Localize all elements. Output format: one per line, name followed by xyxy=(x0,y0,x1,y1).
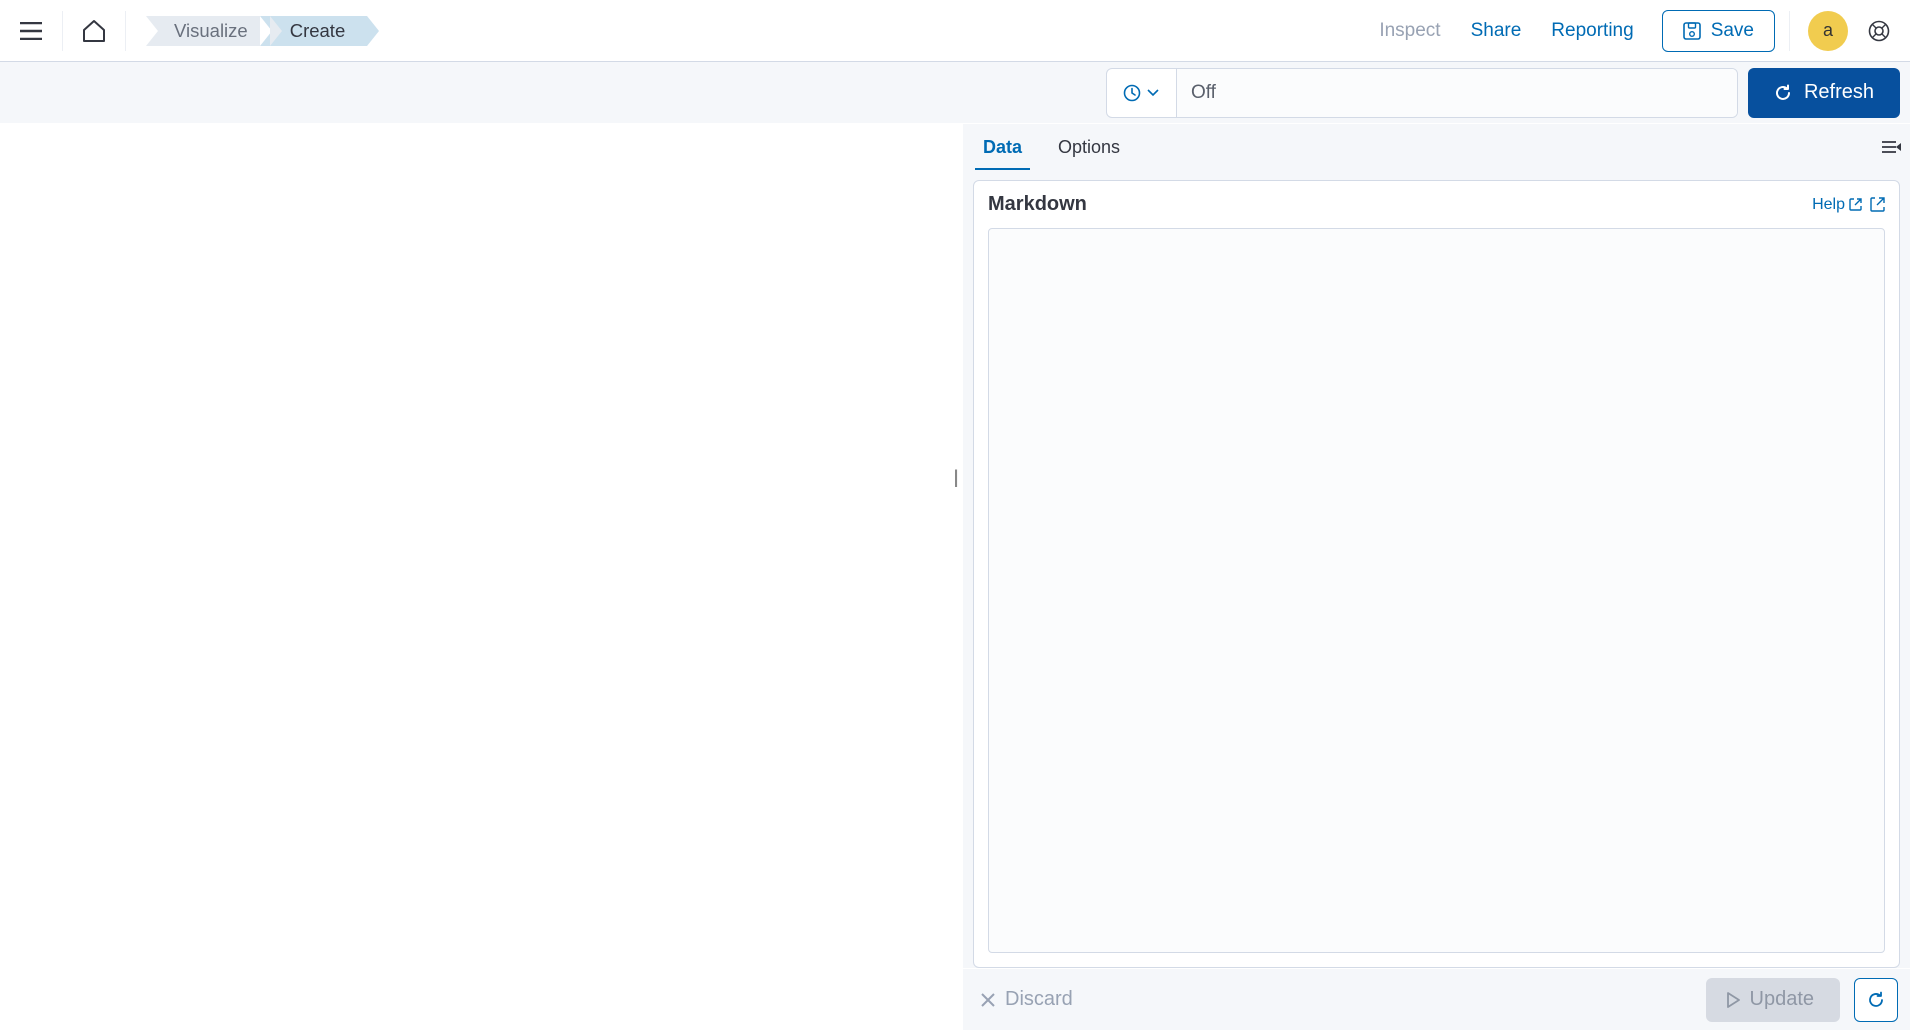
update-button: Update xyxy=(1706,978,1841,1022)
markdown-card: Markdown Help xyxy=(973,180,1900,968)
query-bar: Off Refresh xyxy=(0,62,1910,124)
tab-options[interactable]: Options xyxy=(1050,127,1128,170)
popout-icon xyxy=(1870,197,1885,212)
discard-label: Discard xyxy=(1005,988,1073,1011)
side-panel: Data Options Markdown Help xyxy=(962,124,1910,1030)
breadcrumb: Visualize Create xyxy=(146,16,367,46)
refresh-icon xyxy=(1867,991,1885,1009)
save-button[interactable]: Save xyxy=(1662,10,1775,52)
discard-button: Discard xyxy=(975,987,1079,1012)
save-label: Save xyxy=(1711,20,1754,42)
tab-label: Options xyxy=(1058,137,1120,157)
popout-button[interactable] xyxy=(1870,197,1885,212)
home-button[interactable] xyxy=(77,14,111,48)
panel-body: Markdown Help xyxy=(963,170,1910,968)
reporting-link[interactable]: Reporting xyxy=(1551,20,1633,42)
breadcrumb-label: Create xyxy=(290,20,346,42)
share-link[interactable]: Share xyxy=(1471,20,1522,42)
refresh-icon-button[interactable] xyxy=(1854,978,1898,1022)
menu-button[interactable] xyxy=(14,14,48,48)
lifebuoy-icon xyxy=(1868,20,1890,42)
close-icon xyxy=(981,993,995,1007)
workspace: || Data Options Markdown H xyxy=(0,124,1910,1030)
refresh-label: Refresh xyxy=(1804,81,1874,104)
time-picker-toggle[interactable] xyxy=(1107,69,1177,117)
save-icon xyxy=(1683,22,1701,40)
visualization-canvas xyxy=(0,124,946,1030)
update-label: Update xyxy=(1750,988,1815,1011)
refresh-button[interactable]: Refresh xyxy=(1748,68,1900,118)
panel-footer: Discard Update xyxy=(963,968,1910,1030)
tab-label: Data xyxy=(983,137,1022,157)
time-picker-value[interactable]: Off xyxy=(1177,69,1737,117)
avatar-letter: a xyxy=(1823,20,1833,41)
play-icon xyxy=(1726,992,1740,1008)
markdown-editor[interactable] xyxy=(988,228,1885,953)
help-label: Help xyxy=(1812,196,1845,214)
clock-icon xyxy=(1123,84,1141,102)
card-header: Markdown Help xyxy=(988,193,1885,228)
help-link[interactable]: Help xyxy=(1812,196,1862,214)
help-menu-button[interactable] xyxy=(1862,14,1896,48)
panel-tabs: Data Options xyxy=(963,124,1910,170)
inspect-link: Inspect xyxy=(1379,20,1440,42)
expand-panel-button[interactable] xyxy=(1882,140,1902,154)
top-links: Inspect Share Reporting xyxy=(1379,20,1633,42)
split-handle[interactable]: || xyxy=(946,124,962,1030)
tab-data[interactable]: Data xyxy=(975,127,1030,170)
time-picker: Off xyxy=(1106,68,1738,118)
divider xyxy=(62,11,63,51)
breadcrumb-visualize[interactable]: Visualize xyxy=(146,16,270,46)
drag-handle-icon: || xyxy=(953,467,954,488)
external-link-icon xyxy=(1849,198,1862,211)
avatar[interactable]: a xyxy=(1808,11,1848,51)
refresh-icon xyxy=(1774,84,1792,102)
card-help-group: Help xyxy=(1812,196,1885,214)
home-icon xyxy=(81,18,107,44)
divider xyxy=(1789,11,1790,51)
expand-icon xyxy=(1882,140,1902,154)
breadcrumb-label: Visualize xyxy=(174,20,248,42)
chevron-down-icon xyxy=(1147,89,1159,97)
hamburger-icon xyxy=(20,22,42,40)
top-bar: Visualize Create Inspect Share Reporting… xyxy=(0,0,1910,62)
divider xyxy=(125,11,126,51)
card-title: Markdown xyxy=(988,193,1087,216)
